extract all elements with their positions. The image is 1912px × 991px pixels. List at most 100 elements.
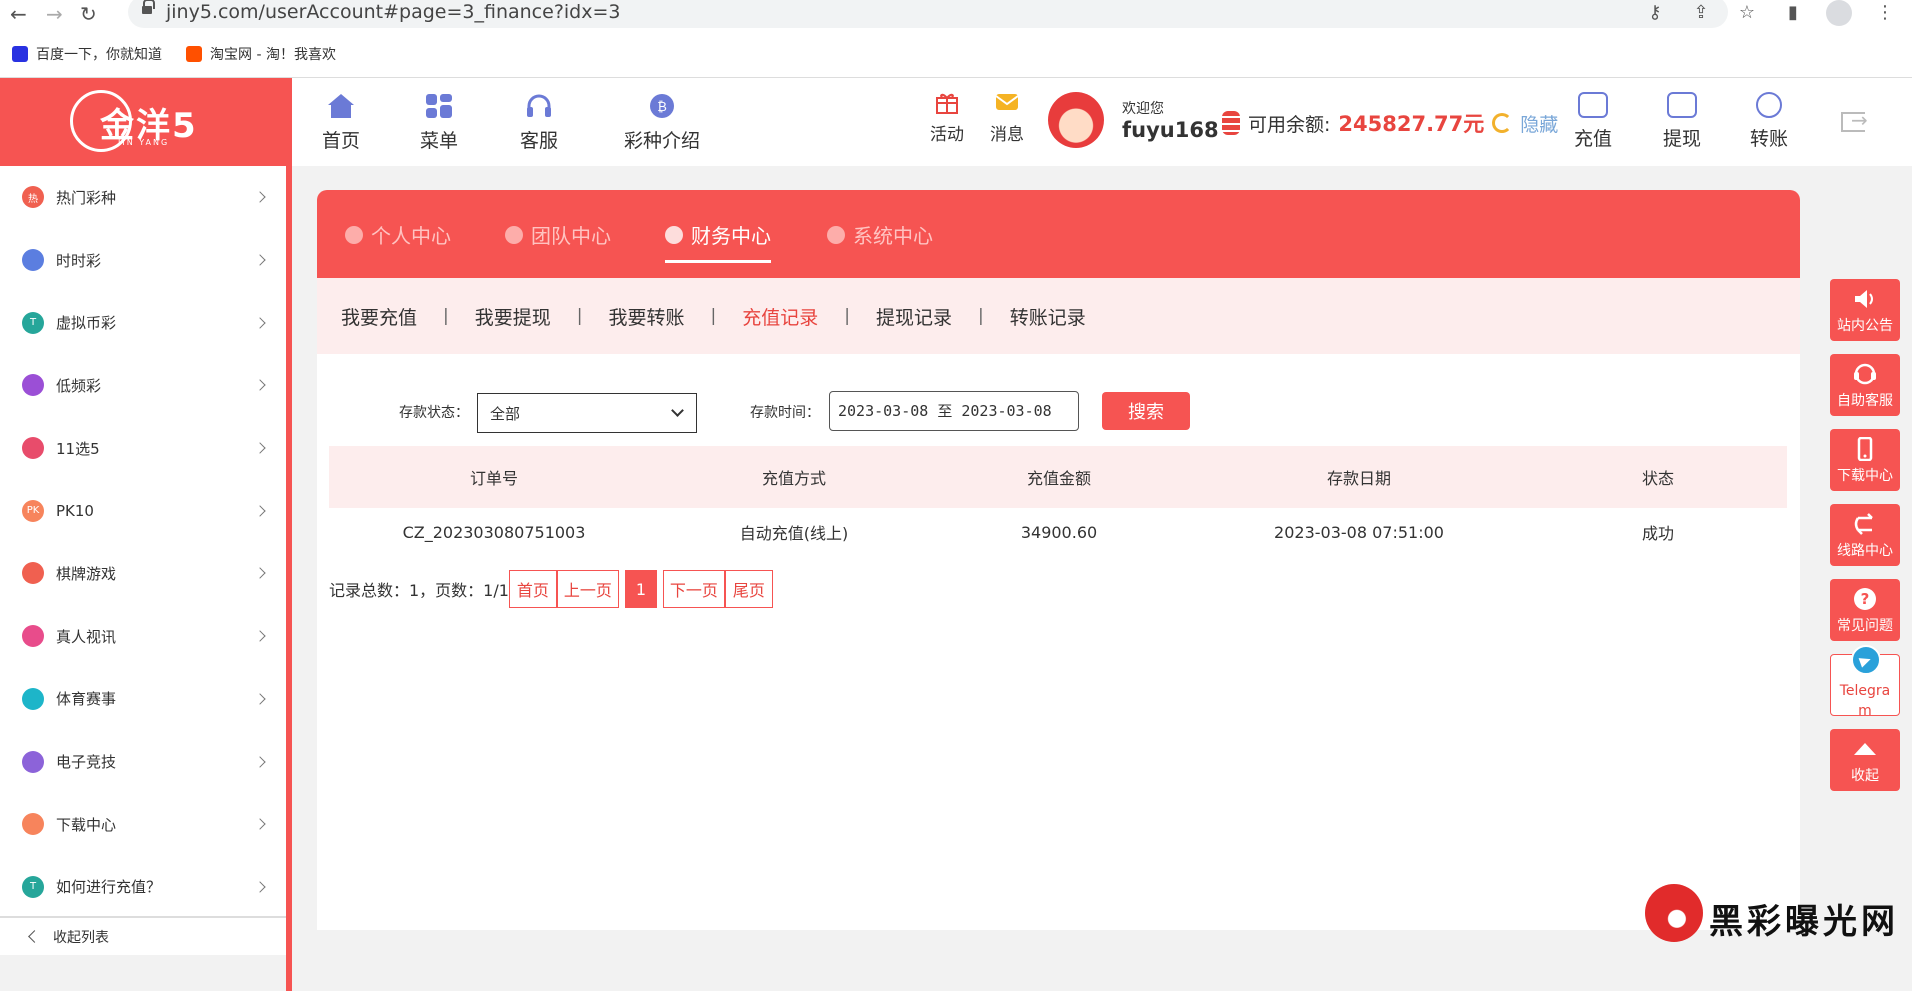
- back-arrow-icon[interactable]: ←: [10, 2, 27, 26]
- faq-button[interactable]: ? 常见问题: [1830, 579, 1900, 641]
- status-select[interactable]: 全部: [477, 393, 697, 433]
- nav-menu[interactable]: 菜单: [420, 92, 458, 153]
- next-page-button[interactable]: 下一页: [662, 570, 725, 608]
- chevron-right-icon: [254, 881, 266, 893]
- transfer-button[interactable]: 转账: [1750, 92, 1788, 151]
- prev-page-button[interactable]: 上一页: [556, 570, 619, 608]
- address-bar[interactable]: jiny5.com/userAccount#page=3_finance?idx…: [128, 0, 1728, 28]
- pager-summary: 记录总数：1，页数：1/1: [329, 581, 509, 600]
- sidebar-menu: 热热门彩种 时时彩 T 虚拟币彩低频彩 11选5 PK PK10 棋牌游戏真人视讯体育赛事 电子…: [0, 166, 286, 918]
- subnav-transfer[interactable]: 我要转账: [609, 303, 685, 330]
- date-range-input[interactable]: 2023-03-08 至 2023-03-08: [829, 391, 1079, 431]
- sidebar-accent-line: [286, 166, 292, 991]
- chevron-right-icon: [254, 254, 266, 266]
- tab-team-center[interactable]: 团队中心: [505, 220, 611, 249]
- subnav-recharge[interactable]: 我要充值: [341, 303, 417, 330]
- sidebar-item-label: 棋牌游戏: [56, 564, 117, 583]
- key-icon[interactable]: ⚷: [1642, 0, 1668, 26]
- top-header: 首页 菜单 客服 ₿ 彩种介绍 活动 消息 欢迎您 fuyu168 可用余额: …: [292, 78, 1912, 166]
- user-avatar[interactable]: [1048, 92, 1104, 148]
- tab-system-center[interactable]: 系统中心: [827, 220, 933, 249]
- withdraw-button[interactable]: 提现: [1663, 92, 1701, 151]
- refresh-icon[interactable]: [1492, 113, 1513, 133]
- current-page-button[interactable]: 1: [624, 570, 657, 608]
- sidebar-item[interactable]: 体育赛事: [0, 668, 286, 731]
- nav-lottery-intro[interactable]: ₿ 彩种介绍: [624, 92, 700, 153]
- sidepanel-icon[interactable]: ▮: [1780, 0, 1806, 26]
- finance-card: 个人中心 团队中心 财务中心 系统中心 我要充值 | 我要提现 | 我要转账 |…: [317, 190, 1800, 930]
- sidebar-item[interactable]: T 虚拟币彩: [0, 291, 286, 354]
- sidebar-item[interactable]: T 如何进行充值？: [0, 856, 286, 919]
- svg-text:₿: ₿: [657, 100, 667, 115]
- chevron-right-icon: [254, 818, 266, 830]
- eleven-five-icon: [22, 437, 44, 460]
- forward-arrow-icon[interactable]: →: [46, 2, 63, 26]
- chevron-right-icon: [254, 505, 266, 517]
- collapse-list-button[interactable]: 收起列表: [0, 916, 286, 955]
- search-button[interactable]: 搜索: [1102, 392, 1190, 430]
- watermark-logo-icon: [1645, 884, 1703, 942]
- sidebar-item[interactable]: 真人视讯: [0, 605, 286, 668]
- star-icon[interactable]: ☆: [1734, 0, 1760, 26]
- sidebar-item[interactable]: 热热门彩种: [0, 166, 286, 229]
- nav-service[interactable]: 客服: [520, 92, 558, 153]
- announcement-button[interactable]: 站内公告: [1830, 279, 1900, 341]
- self-service-button[interactable]: 自助客服: [1830, 354, 1900, 416]
- chevron-right-icon: [254, 630, 266, 642]
- tab-personal-center[interactable]: 个人中心: [345, 220, 451, 249]
- sidebar-item[interactable]: 低频彩: [0, 354, 286, 417]
- watermark: 黑彩曝光网: [1645, 878, 1905, 948]
- hide-balance-link[interactable]: 隐藏: [1520, 110, 1558, 137]
- sidebar-item-label: 下载中心: [56, 815, 117, 834]
- phone-icon: [22, 813, 44, 836]
- support-headset-icon: [1854, 363, 1876, 385]
- reload-icon[interactable]: ↻: [80, 2, 97, 26]
- sidebar: 金洋5 JIN YANG 热热门彩种 时时彩 T 虚拟币彩低频彩 11选5 PK PK10 棋…: [0, 78, 292, 991]
- sidebar-item-label: 真人视讯: [56, 627, 117, 646]
- sidebar-item[interactable]: PK PK10: [0, 479, 286, 542]
- logout-icon[interactable]: [1841, 108, 1868, 132]
- dollar-coin-icon: [665, 225, 683, 244]
- profile-avatar-icon[interactable]: [1826, 0, 1852, 26]
- chevron-right-icon: [254, 755, 266, 768]
- username: fuyu168: [1122, 118, 1219, 142]
- more-menu-icon[interactable]: ⋮: [1872, 0, 1898, 26]
- collapse-float-button[interactable]: 收起: [1830, 729, 1900, 791]
- bookmark-taobao[interactable]: 淘宝网 - 淘！我喜欢: [186, 44, 336, 64]
- first-page-button[interactable]: 首页: [508, 570, 557, 608]
- sidebar-item[interactable]: 下载中心: [0, 793, 286, 856]
- col-date: 存款日期: [1326, 469, 1391, 488]
- sidebar-item-label: 低频彩: [56, 376, 102, 395]
- route-center-button[interactable]: 线路中心: [1830, 504, 1900, 566]
- col-method: 充值方式: [761, 469, 826, 488]
- subnav-recharge-records[interactable]: 充值记录: [742, 303, 818, 330]
- home-icon: [328, 94, 354, 118]
- telegram-button[interactable]: Telegra m: [1830, 645, 1900, 719]
- wallet-icon: [1578, 92, 1608, 118]
- browser-toolbar: ← → ↻ jiny5.com/userAccount#page=3_finan…: [0, 0, 1912, 30]
- sidebar-item[interactable]: 棋牌游戏: [0, 542, 286, 605]
- tether-icon: T: [22, 311, 44, 334]
- sidebar-item[interactable]: 电子竞技: [0, 730, 286, 793]
- logo-area[interactable]: 金洋5 JIN YANG: [0, 78, 292, 166]
- bookmark-baidu[interactable]: 百度一下，你就知道: [12, 44, 162, 64]
- subnav-withdraw[interactable]: 我要提现: [475, 303, 551, 330]
- recharge-button[interactable]: 充值: [1574, 92, 1612, 151]
- subnav-transfer-records[interactable]: 转账记录: [1010, 303, 1086, 330]
- last-page-button[interactable]: 尾页: [724, 570, 773, 608]
- nav-home[interactable]: 首页: [322, 92, 360, 153]
- sidebar-item[interactable]: 时时彩: [0, 229, 286, 292]
- card-icon: [1667, 92, 1697, 118]
- sidebar-item[interactable]: 11选5: [0, 417, 286, 480]
- message-button[interactable]: 消息: [990, 90, 1024, 145]
- activity-button[interactable]: 活动: [930, 90, 964, 145]
- tab-finance-center[interactable]: 财务中心: [665, 220, 771, 263]
- download-center-button[interactable]: 下载中心: [1830, 429, 1900, 491]
- order-no-cell: CZ_202303080751003: [402, 522, 586, 542]
- subnav-withdraw-records[interactable]: 提现记录: [876, 303, 952, 330]
- question-icon: ?: [1854, 588, 1876, 610]
- right-float-bar: 站内公告 自助客服 下载中心 线路中心 ? 常见问题 Telegra m 收起: [1830, 279, 1900, 804]
- status-filter-label: 存款状态：: [399, 405, 469, 421]
- balance-area: 可用余额: 245827.77元 隐藏: [1222, 108, 1558, 138]
- share-icon[interactable]: ⇪: [1688, 0, 1714, 26]
